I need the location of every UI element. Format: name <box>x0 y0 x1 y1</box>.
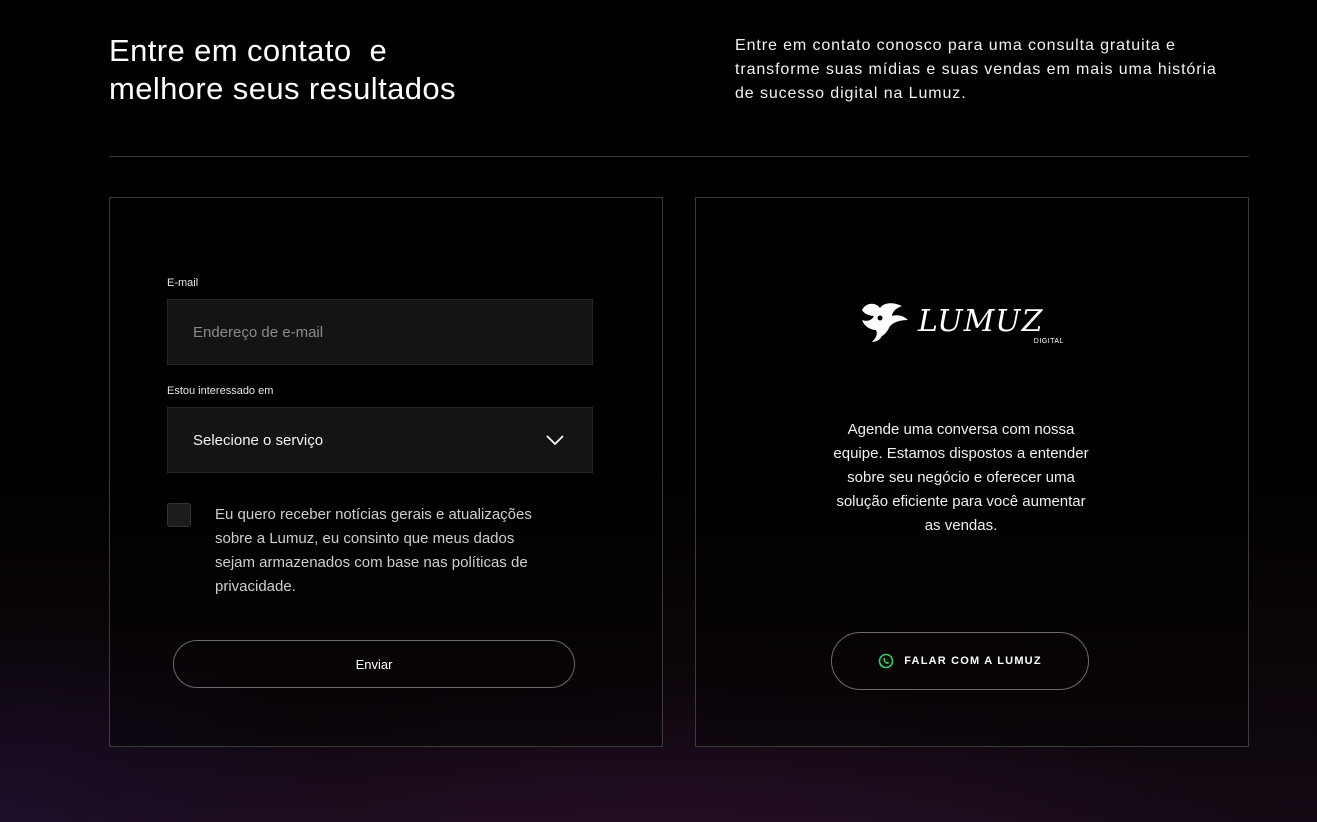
chevron-down-icon <box>546 435 564 446</box>
page-title: Entre em contato e melhore seus resultad… <box>109 32 456 108</box>
page-title-line-2: melhore seus resultados <box>109 71 456 106</box>
intro-text: Entre em contato conosco para uma consul… <box>735 37 1217 102</box>
consent-checkbox[interactable] <box>167 503 191 527</box>
section-divider <box>109 156 1249 157</box>
contact-info-card: LUMUZ DIGITAL Agende uma conversa com no… <box>695 197 1249 747</box>
lumuz-logo: LUMUZ DIGITAL <box>858 298 1064 350</box>
logo-wordmark: LUMUZ <box>918 304 1044 339</box>
email-input[interactable] <box>193 323 592 341</box>
talk-to-lumuz-label: FALAR COM A LUMUZ <box>904 655 1042 667</box>
service-select[interactable]: Selecione o serviço <box>167 407 593 473</box>
email-label: E-mail <box>167 277 199 289</box>
talk-to-lumuz-button[interactable]: FALAR COM A LUMUZ <box>831 632 1089 690</box>
info-description: Agende uma conversa com nossa equipe. Es… <box>833 421 1089 534</box>
email-field-box <box>167 299 593 365</box>
contact-form-card: E-mail Estou interessado em Selecione o … <box>109 197 663 747</box>
lumuz-dragon-icon <box>862 303 908 342</box>
logo-subtext: DIGITAL <box>1033 338 1064 345</box>
service-select-value: Selecione o serviço <box>193 431 324 449</box>
service-label: Estou interessado em <box>167 385 274 397</box>
whatsapp-icon <box>878 653 894 669</box>
page-title-line-1: Entre em contato e <box>109 33 388 68</box>
submit-button[interactable]: Enviar <box>173 640 575 688</box>
consent-text: Eu quero receber notícias gerais e atual… <box>215 506 532 595</box>
